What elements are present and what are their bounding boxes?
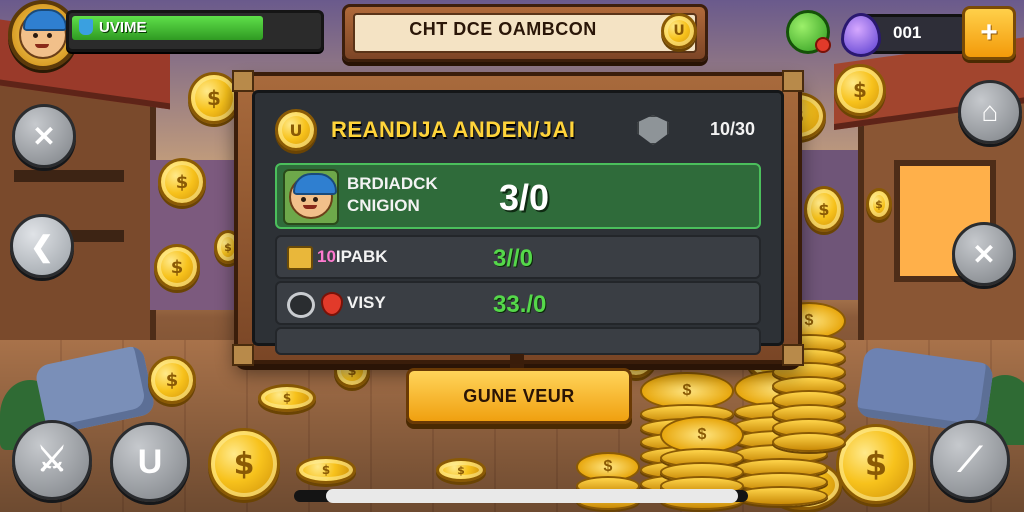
health-label: UVIME [99,19,147,36]
gear-icon [287,292,315,318]
row-player-name: BRDIADCK CNIGION [347,174,438,215]
coin-icon: $ [866,188,892,220]
green-gem-button[interactable] [786,10,831,54]
bag-icon: U [137,442,163,481]
row-label: VISY [347,293,386,312]
title-plank: CHT DCE OAMBCON U [342,4,708,62]
strawberry-icon [321,292,343,316]
frame-corner [782,70,804,92]
board-count: 10/30 [709,119,755,139]
frame-corner [782,344,804,366]
gem-icon [841,13,881,57]
coin-icon: $ [158,158,206,206]
board-title: REANDIJA ANDEN/JAI [331,117,576,142]
attack-button[interactable]: ⚔ [12,420,92,500]
crate-icon [287,246,313,270]
inventory-button[interactable]: U [110,422,190,502]
frame-corner [232,344,254,366]
coin-icon: $ [208,428,280,500]
left-shelf [14,170,124,182]
row-score: 33./0 [493,291,547,318]
crossed-tools-icon: ✕ [32,120,56,152]
leaderboard-board: U REANDIJA ANDEN/JAI 10/30 BRDIADCK CNIG… [252,90,784,355]
leaderboard-row[interactable]: 10IPABK 3//0 [275,235,761,279]
row-avatar [283,169,339,225]
row-label: 10IPABK [317,247,388,266]
build-button[interactable]: ⟋ [930,420,1010,500]
bucket-icon [79,19,93,35]
add-gems-button[interactable]: + [962,6,1016,60]
close-icon: ✕ [972,238,996,270]
coin-icon: $ [258,384,316,412]
primary-action-button[interactable]: GUNE VEUR [406,368,632,424]
back-button[interactable]: ❮ [10,214,74,278]
avatar-face [289,173,337,219]
shop-button[interactable]: ⌂ [958,80,1022,144]
leaderboard-panel: U REANDIJA ANDEN/JAI 10/30 BRDIADCK CNIG… [232,70,804,366]
leaderboard-row-empty [275,327,761,355]
row-score: 3/0 [499,177,550,218]
row-score: 3//0 [493,245,534,272]
house-icon: ⌂ [981,96,999,127]
coin-icon: $ [834,64,886,116]
chevron-left-icon: ❮ [30,230,54,262]
tools-button[interactable]: ✕ [12,104,76,168]
left-shop [0,16,170,360]
coin-icon: $ [436,458,486,482]
hammer-icon: ⟋ [958,440,982,479]
scroll-thumb[interactable] [326,489,738,503]
leaderboard-row-highlighted[interactable]: BRDIADCK CNIGION 3/0 [275,163,761,229]
gem-counter: 001 [841,13,978,57]
coin-icon: $ [296,456,356,484]
shield-icon [637,115,669,145]
leaderboard-row[interactable]: VISY 33./0 [275,281,761,325]
coin-icon: $ [148,356,196,404]
close-button[interactable]: ✕ [952,222,1016,286]
coin-icon: $ [154,244,200,290]
frame-corner [232,70,254,92]
coin-icon: U [661,13,697,49]
board-header: U REANDIJA ANDEN/JAI 10/30 [275,109,761,151]
sword-icon: ⚔ [36,441,68,479]
gem-count: 001 [893,23,922,42]
coin-icon: $ [836,424,916,504]
coin-icon: $ [804,186,844,232]
health-bar: UVIME [66,10,324,52]
coin-icon: U [275,109,317,151]
avatar-face [19,9,67,59]
game-title: CHT DCE OAMBCON [409,19,597,39]
